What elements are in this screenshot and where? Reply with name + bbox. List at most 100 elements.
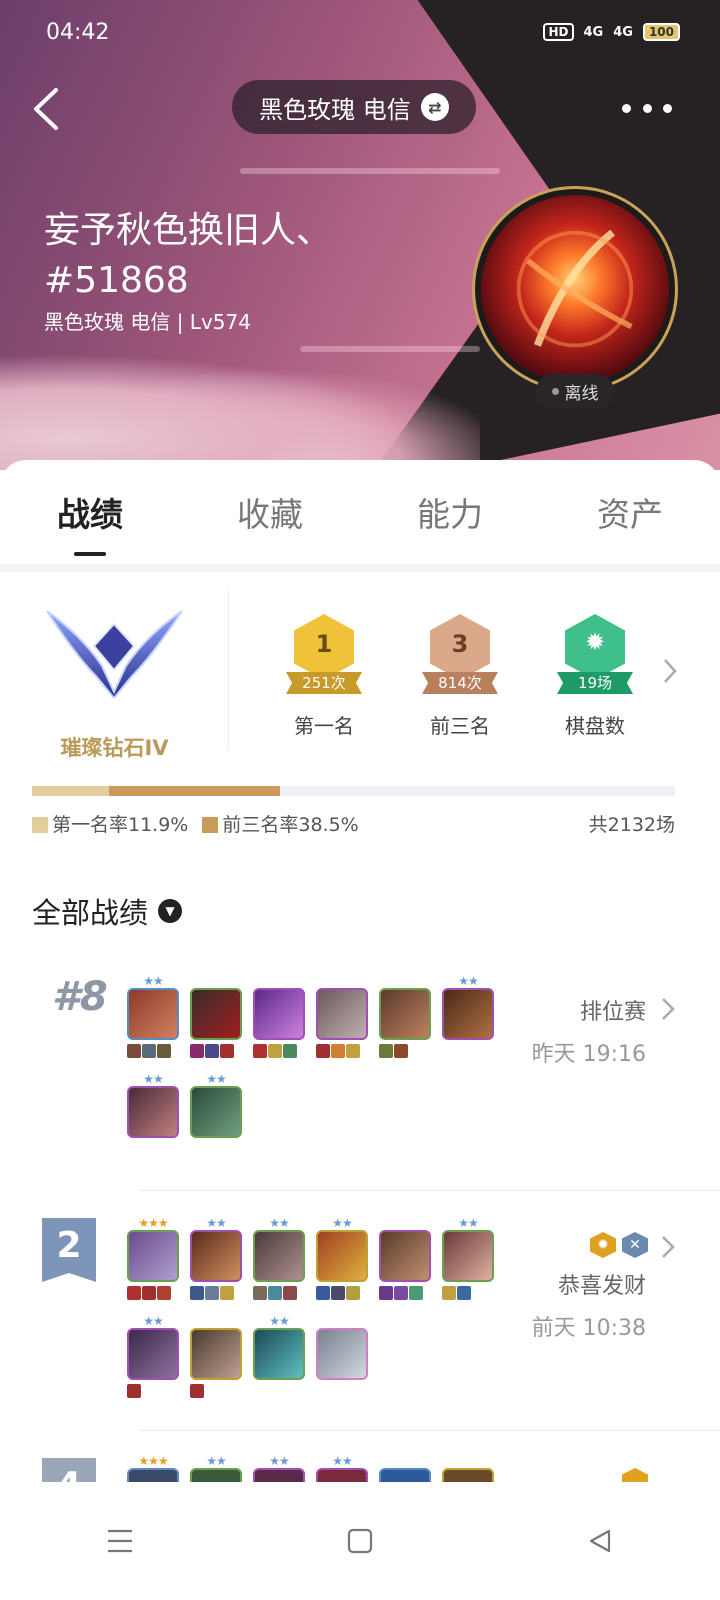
- decor-cloud: [0, 340, 480, 470]
- system-nav-bar: [0, 1482, 720, 1600]
- dot-icon: [622, 103, 631, 113]
- star-icon: ★★★: [138, 1454, 168, 1468]
- champion-portrait: [442, 1468, 494, 1482]
- item-slots: [127, 1384, 179, 1398]
- legend-first-label: 第一名率11.9%: [52, 814, 189, 836]
- avatar-frame[interactable]: [472, 186, 678, 392]
- champion-portrait: [127, 1086, 179, 1138]
- champion-unit: [190, 974, 242, 1058]
- item-slots: [127, 1044, 179, 1058]
- signal-icon: 4G: [583, 24, 604, 40]
- avatar-flame-art: [516, 229, 634, 348]
- status-dot-icon: [551, 387, 559, 395]
- champion-portrait: [379, 1230, 431, 1282]
- champion-portrait: [316, 1230, 368, 1282]
- match-row[interactable]: #8 ★★ ★★ ★★ ★★ 排位赛 昨天 19:16: [0, 960, 720, 1190]
- item-slots: [316, 1286, 368, 1300]
- match-mode: 排位赛: [579, 1000, 646, 1025]
- star-icon: [316, 1314, 368, 1328]
- presence-label: 离线: [564, 383, 599, 404]
- menu-button[interactable]: [90, 1511, 150, 1571]
- diamond-rank-emblem-icon[interactable]: [42, 606, 187, 698]
- hd-icon: HD: [543, 23, 574, 41]
- board-gear-icon: ✹ 19场: [549, 614, 641, 698]
- champion-unit: ★★: [442, 1216, 494, 1300]
- placement-badge: 2: [42, 1218, 96, 1282]
- record-filter-dropdown[interactable]: 全部战绩 ▼: [32, 890, 183, 932]
- item-slots: [253, 1044, 305, 1058]
- champion-portrait: [442, 1230, 494, 1282]
- home-button[interactable]: [330, 1511, 390, 1571]
- player-nickname: 妄予秋色换旧人、#51868: [44, 210, 333, 301]
- item-slots: [316, 1044, 368, 1058]
- item-slots: [379, 1044, 431, 1058]
- item-slots: [379, 1286, 431, 1300]
- stat-top-three[interactable]: 3 814次 前三名: [400, 614, 520, 739]
- champion-unit: [379, 1454, 431, 1482]
- stat-first-place[interactable]: 1 251次 第一名: [264, 614, 384, 739]
- server-switch-button[interactable]: 黑色玫瑰 电信 ⇄: [232, 80, 476, 134]
- chevron-down-icon: ▼: [158, 899, 183, 923]
- server-name: 黑色玫瑰 电信: [259, 95, 411, 124]
- rank-name: 璀璨钻石IV: [60, 736, 169, 760]
- item-slots: [190, 1286, 242, 1300]
- champion-portrait: [190, 1328, 242, 1380]
- tab-collection[interactable]: 收藏: [223, 488, 317, 536]
- champion-portrait: [379, 1468, 431, 1482]
- tab-record[interactable]: 战绩: [43, 488, 137, 536]
- champion-unit: ★★★: [127, 1216, 179, 1300]
- back-button[interactable]: [28, 84, 68, 134]
- stat-boards[interactable]: ✹ 19场 棋盘数: [535, 614, 655, 739]
- section-divider: [0, 564, 720, 572]
- champion-unit: [442, 1454, 494, 1482]
- match-time: 昨天 19:16: [531, 1042, 646, 1067]
- champion-portrait: [127, 1230, 179, 1282]
- champion-unit: [379, 974, 431, 1058]
- chevron-left-icon: [34, 88, 58, 130]
- champion-unit: ★★: [253, 1454, 305, 1482]
- match-row[interactable]: 4 ★★★ ★★ ★★ ★★: [0, 1450, 720, 1482]
- legend-swatch: [202, 817, 219, 833]
- item-slots: [253, 1286, 305, 1300]
- legend-top3-label: 前三名率38.5%: [222, 814, 359, 836]
- augment-gold-icon: [622, 1468, 648, 1482]
- tab-assets[interactable]: 资产: [583, 488, 677, 536]
- clock: 04:42: [46, 19, 110, 45]
- chevron-right-icon[interactable]: [660, 656, 680, 686]
- system-back-button[interactable]: [570, 1511, 630, 1571]
- champion-unit: ★★: [127, 974, 179, 1058]
- legend-first: 第一名率11.9%: [32, 810, 188, 837]
- star-icon: ★★: [143, 1314, 164, 1328]
- profile-tabs: 战绩 收藏 能力 资产: [0, 460, 720, 564]
- star-icon: ★★: [206, 1216, 227, 1230]
- item-slots: [127, 1286, 179, 1300]
- champion-portrait: [316, 1328, 368, 1380]
- champion-portrait: [127, 1468, 179, 1482]
- square-icon: [347, 1528, 373, 1554]
- more-button[interactable]: [622, 88, 672, 128]
- star-icon: ★★: [332, 1216, 353, 1230]
- champion-portrait: [127, 988, 179, 1040]
- placement-badge: 4: [42, 1458, 96, 1482]
- champion-portrait: [316, 988, 368, 1040]
- tab-ability[interactable]: 能力: [403, 488, 497, 536]
- match-row[interactable]: 2 ★★★ ★★ ★★ ★★ ★★ ★★ ★★ ✹ ✕ 恭喜发财 前天 10:3…: [0, 1208, 720, 1428]
- player-server-level: 黑色玫瑰 电信 | Lv574: [44, 310, 251, 334]
- champion-portrait: [190, 1086, 242, 1138]
- star-icon: ★★: [143, 974, 164, 988]
- champion-portrait: [127, 1328, 179, 1380]
- gear-icon: ✹: [584, 628, 606, 656]
- star-icon: [253, 974, 305, 988]
- stat-count: 251次: [286, 672, 362, 694]
- champion-unit: ★★: [316, 1454, 368, 1482]
- champion-portrait: [379, 988, 431, 1040]
- star-icon: ★★: [269, 1216, 290, 1230]
- champion-portrait: [253, 1328, 305, 1380]
- stat-count: 814次: [422, 672, 498, 694]
- status-bar: 04:42 HD 4G 4G 100: [46, 14, 680, 50]
- divider: [140, 1430, 720, 1431]
- champion-unit: ★★★: [127, 1454, 179, 1482]
- decor-streak: [240, 168, 500, 174]
- placement-label: #8: [52, 974, 108, 1020]
- champion-portrait: [190, 988, 242, 1040]
